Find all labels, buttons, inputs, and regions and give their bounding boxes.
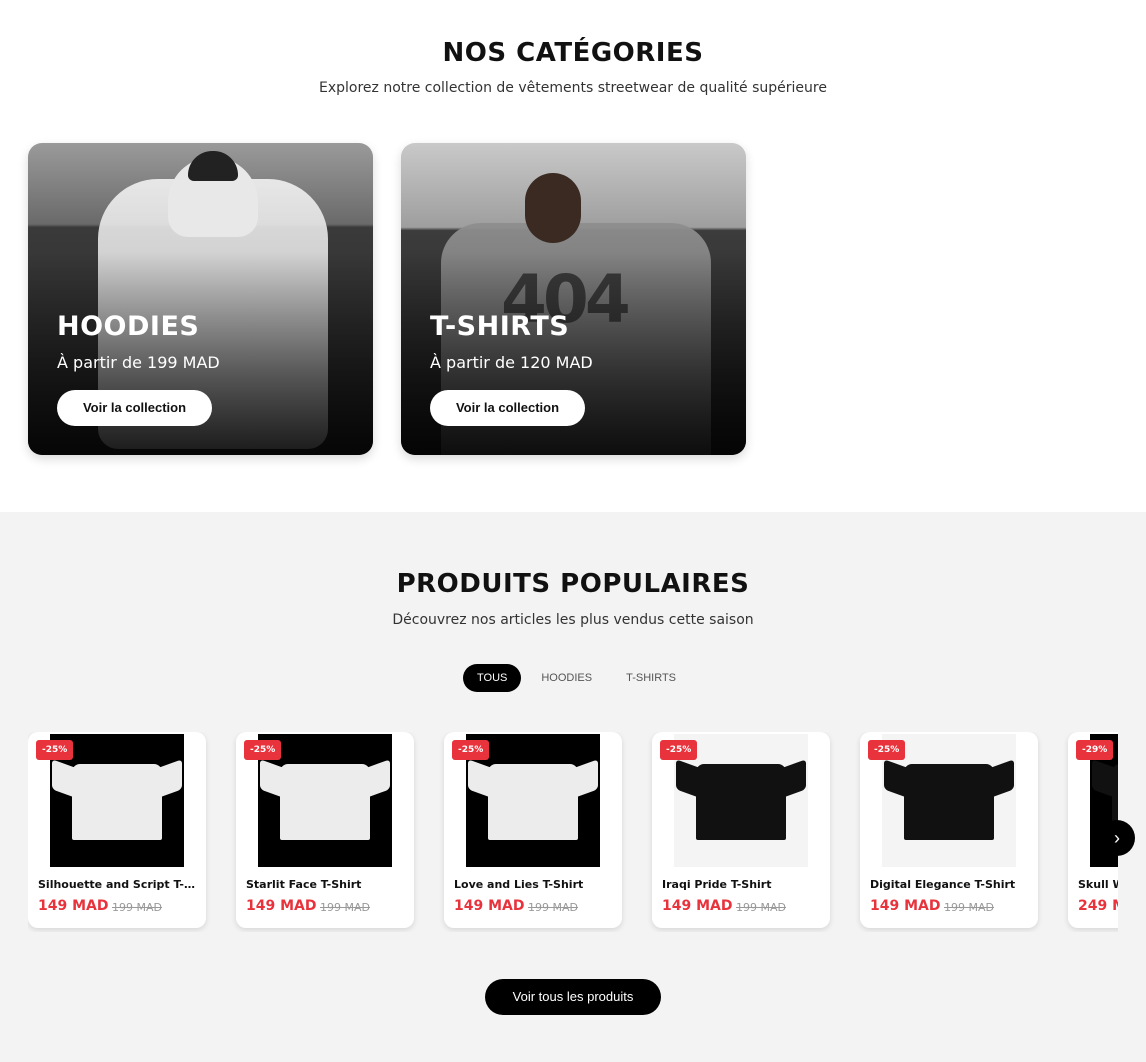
product-filter-tabs: TOUS HOODIES T-SHIRTS [463, 664, 690, 692]
tab-all[interactable]: TOUS [463, 664, 522, 692]
product-card[interactable]: -25% Love and Lies T-Shirt 149 MAD 199 M… [444, 732, 622, 928]
category-card-tshirts[interactable]: 404 T-SHIRTS À partir de 120 MAD Voir la… [401, 143, 746, 455]
tab-hoodies[interactable]: HOODIES [527, 664, 606, 692]
product-card[interactable]: -25% Starlit Face T-Shirt 149 MAD 199 MA… [236, 732, 414, 928]
product-price: 149 MAD [246, 898, 317, 914]
categories-subtitle: Explorez notre collection de vêtements s… [319, 80, 827, 96]
product-price: 149 MAD [870, 898, 941, 914]
category-name: HOODIES [57, 311, 200, 342]
product-card[interactable]: -25% Iraqi Pride T-Shirt 149 MAD 199 MAD [652, 732, 830, 928]
chevron-right-icon: › [1114, 828, 1120, 848]
product-price: 149 MAD [662, 898, 733, 914]
tshirt-shape [488, 764, 578, 840]
product-name: Skull W [1078, 878, 1118, 891]
product-old-price: 199 MAD [944, 901, 994, 914]
discount-badge: -25% [244, 740, 282, 760]
discount-badge: -25% [660, 740, 698, 760]
popular-products-section: PRODUITS POPULAIRES Découvrez nos articl… [0, 512, 1146, 1062]
tshirt-shape [280, 764, 370, 840]
categories-title: NOS CATÉGORIES [442, 38, 704, 68]
view-collection-button[interactable]: Voir la collection [57, 390, 212, 426]
product-old-price: 199 MAD [112, 901, 162, 914]
product-name: Starlit Face T-Shirt [246, 878, 362, 891]
products-subtitle: Découvrez nos articles les plus vendus c… [392, 612, 754, 628]
product-card[interactable]: -25% Digital Elegance T-Shirt 149 MAD 19… [860, 732, 1038, 928]
product-name: Digital Elegance T-Shirt [870, 878, 1016, 891]
product-old-price: 199 MAD [736, 901, 786, 914]
product-old-price: 199 MAD [528, 901, 578, 914]
products-title: PRODUITS POPULAIRES [396, 569, 750, 599]
discount-badge: -25% [868, 740, 906, 760]
tshirt-shape [904, 764, 994, 840]
discount-badge: -25% [36, 740, 74, 760]
discount-badge: -29% [1076, 740, 1114, 760]
product-card[interactable]: -25% Silhouette and Script T-Shirt 149 M… [28, 732, 206, 928]
categories-section: NOS CATÉGORIES Explorez notre collection… [0, 0, 1146, 512]
product-name: Love and Lies T-Shirt [454, 878, 584, 891]
tshirt-shape [72, 764, 162, 840]
discount-badge: -25% [452, 740, 490, 760]
category-price: À partir de 199 MAD [57, 353, 220, 372]
product-name: Silhouette and Script T-Shirt [38, 878, 198, 891]
view-all-products-button[interactable]: Voir tous les produits [485, 979, 661, 1015]
category-card-hoodies[interactable]: HOODIES À partir de 199 MAD Voir la coll… [28, 143, 373, 455]
carousel-next-button[interactable]: › [1099, 820, 1135, 856]
product-price: 249 M [1078, 898, 1118, 914]
category-price: À partir de 120 MAD [430, 353, 593, 372]
product-price: 149 MAD [454, 898, 525, 914]
product-carousel: -25% Silhouette and Script T-Shirt 149 M… [28, 732, 1118, 932]
tab-tshirts[interactable]: T-SHIRTS [612, 664, 690, 692]
product-price: 149 MAD [38, 898, 109, 914]
view-collection-button[interactable]: Voir la collection [430, 390, 585, 426]
product-name: Iraqi Pride T-Shirt [662, 878, 772, 891]
category-name: T-SHIRTS [430, 311, 570, 342]
product-old-price: 199 MAD [320, 901, 370, 914]
tshirt-shape [696, 764, 786, 840]
